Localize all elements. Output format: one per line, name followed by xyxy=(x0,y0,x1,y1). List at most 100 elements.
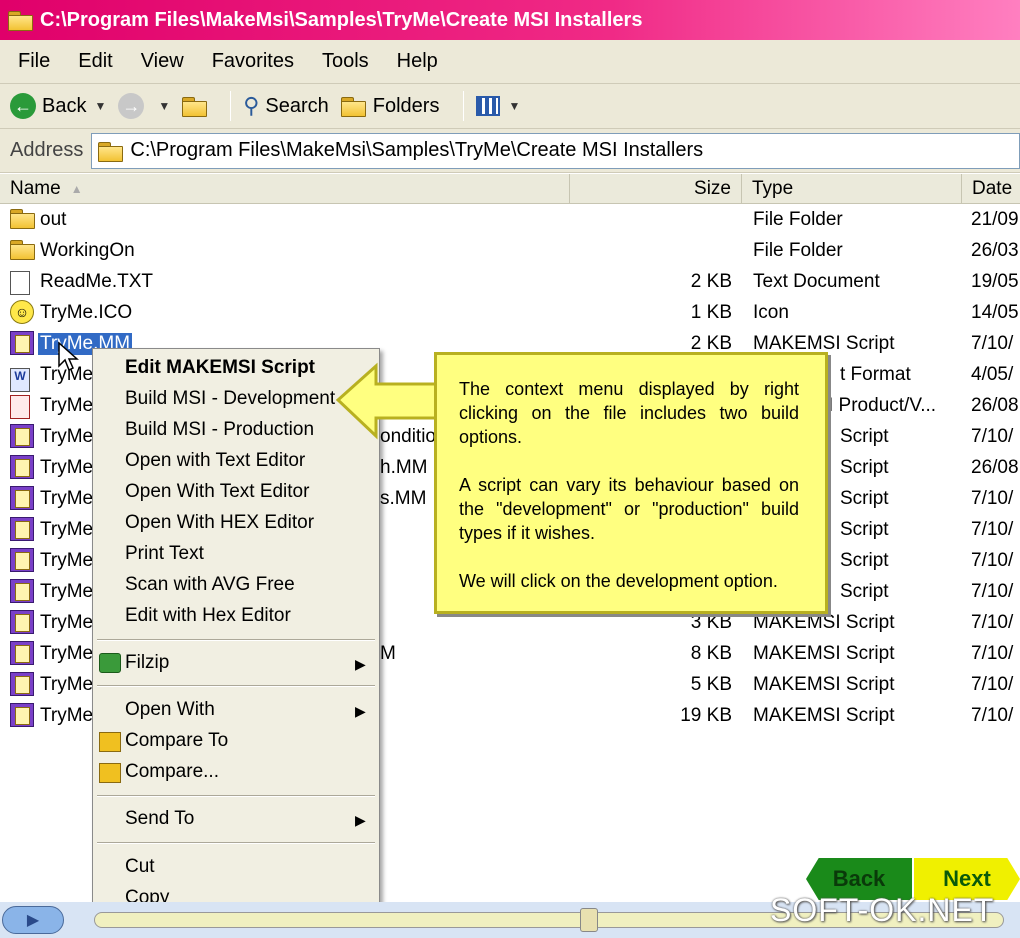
column-date[interactable]: Date xyxy=(962,174,1020,204)
menu-item-edit-hex[interactable]: Edit with Hex Editor xyxy=(125,605,291,627)
file-type: Script xyxy=(840,488,889,509)
forward-arrow-icon: → xyxy=(118,93,145,119)
callout-paragraph: The context menu displayed by right clic… xyxy=(459,379,799,447)
play-button[interactable]: ▶ xyxy=(2,906,64,934)
address-value: C:\Program Files\MakeMsi\Samples\TryMe\C… xyxy=(130,139,704,161)
menu-item-edit-makemsi[interactable]: Edit MAKEMSI Script xyxy=(125,357,315,379)
callout-paragraph: A script can vary its behaviour based on… xyxy=(459,475,799,543)
file-name: TryMe xyxy=(40,674,94,695)
file-type: File Folder xyxy=(753,209,843,230)
word-document-icon: W xyxy=(10,368,30,392)
file-row[interactable]: ReadMe.TXT 2 KB Text Document 19/05 xyxy=(0,266,1020,297)
watermark: SOFT-OK.NET xyxy=(770,892,995,928)
file-name: TryMe xyxy=(40,519,94,540)
file-name: TryMe xyxy=(40,550,94,571)
toolbar-separator xyxy=(463,91,465,121)
menu-bar: File Edit View Favorites Tools Help xyxy=(0,40,1020,84)
file-size: 1 KB xyxy=(690,302,732,323)
menu-separator xyxy=(97,795,375,797)
menu-item-print-text[interactable]: Print Text xyxy=(125,543,204,565)
column-size[interactable]: Size xyxy=(570,174,742,204)
file-type: MAKEMSI Script xyxy=(753,705,895,726)
menu-separator xyxy=(97,685,375,687)
menu-item-cut[interactable]: Cut xyxy=(125,856,155,878)
makemsi-script-icon xyxy=(10,610,34,634)
makemsi-script-icon xyxy=(10,703,34,727)
menu-item-open-text-editor-2[interactable]: Open With Text Editor xyxy=(125,481,309,503)
back-button[interactable]: ← Back ▼ xyxy=(10,93,106,119)
column-type[interactable]: Type xyxy=(742,174,962,204)
chevron-down-icon[interactable]: ▼ xyxy=(94,99,106,113)
file-row[interactable]: out File Folder 21/09 xyxy=(0,204,1020,235)
file-size: 3 KB xyxy=(690,612,732,633)
text-file-icon xyxy=(10,271,30,295)
up-folder-icon xyxy=(182,97,208,117)
playback-slider-handle[interactable] xyxy=(580,908,598,932)
address-bar: Address C:\Program Files\MakeMsi\Samples… xyxy=(0,129,1020,173)
up-folder-button[interactable] xyxy=(182,97,208,117)
folders-button[interactable]: Folders xyxy=(340,95,439,118)
forward-button[interactable]: → ▼ xyxy=(118,93,170,119)
column-name[interactable]: Name ▲ xyxy=(0,174,570,204)
menu-file[interactable]: File xyxy=(18,50,50,73)
menu-tools[interactable]: Tools xyxy=(322,50,369,73)
file-date: 26/08 xyxy=(971,395,1019,416)
menu-help[interactable]: Help xyxy=(397,50,438,73)
file-name: TryMe xyxy=(40,612,94,633)
file-name: ReadMe.TXT xyxy=(40,271,153,292)
menu-item-open-hex-editor[interactable]: Open With HEX Editor xyxy=(125,512,314,534)
search-button[interactable]: ⚲ Search xyxy=(243,93,329,119)
file-row[interactable]: WorkingOn File Folder 26/03 xyxy=(0,235,1020,266)
file-name: TryMe xyxy=(40,488,94,509)
search-icon: ⚲ xyxy=(243,93,260,118)
file-type: Script xyxy=(840,519,889,540)
menu-item-build-development[interactable]: Build MSI - Development xyxy=(125,388,335,410)
folders-icon xyxy=(340,97,366,117)
menu-item-send-to[interactable]: Send To xyxy=(125,808,194,830)
menu-item-build-production[interactable]: Build MSI - Production xyxy=(125,419,314,441)
menu-view[interactable]: View xyxy=(141,50,184,73)
folder-icon xyxy=(10,240,35,260)
menu-item-compare-to[interactable]: Compare To xyxy=(125,730,228,752)
compare-icon xyxy=(99,732,121,752)
callout-note: The context menu displayed by right clic… xyxy=(434,352,828,614)
menu-item-open-text-editor[interactable]: Open with Text Editor xyxy=(125,450,305,472)
submenu-arrow-icon: ▶ xyxy=(355,656,366,672)
file-type: Script xyxy=(840,550,889,571)
toolbar-separator xyxy=(230,91,232,121)
menu-edit[interactable]: Edit xyxy=(78,50,112,73)
submenu-arrow-icon: ▶ xyxy=(355,703,366,719)
chevron-down-icon[interactable]: ▼ xyxy=(158,99,170,113)
file-row[interactable]: ☺ TryMe.ICO 1 KB Icon 14/05 xyxy=(0,297,1020,328)
msi-package-icon xyxy=(10,395,30,419)
address-label: Address xyxy=(10,139,84,161)
file-date: 7/10/ xyxy=(971,674,1014,695)
folder-icon xyxy=(8,11,33,31)
views-icon xyxy=(476,96,501,116)
menu-item-open-with[interactable]: Open With xyxy=(125,699,215,721)
file-name: TryMe xyxy=(40,457,94,478)
views-button[interactable]: ▼ xyxy=(476,96,520,116)
chevron-down-icon[interactable]: ▼ xyxy=(508,99,520,113)
menu-item-filzip[interactable]: Filzip xyxy=(125,652,169,674)
menu-item-compare[interactable]: Compare... xyxy=(125,761,219,783)
menu-item-scan-avg[interactable]: Scan with AVG Free xyxy=(125,574,295,596)
menu-favorites[interactable]: Favorites xyxy=(212,50,294,73)
title-bar: C:\Program Files\MakeMsi\Samples\TryMe\C… xyxy=(0,0,1020,40)
file-size: 8 KB xyxy=(690,643,732,664)
file-name-partial: h.MM xyxy=(380,457,428,478)
callout-paragraph: We will click on the development option. xyxy=(459,571,778,591)
play-icon: ▶ xyxy=(26,912,40,929)
file-type: Script xyxy=(840,581,889,602)
file-date: 7/10/ xyxy=(971,519,1014,540)
file-name: WorkingOn xyxy=(40,240,135,261)
file-type: Text Document xyxy=(753,271,880,292)
file-type: t Format xyxy=(840,364,911,385)
back-label: Back xyxy=(42,94,87,117)
file-type: MAKEMSI Script xyxy=(753,612,895,633)
file-date: 4/05/ xyxy=(971,364,1014,385)
makemsi-script-icon xyxy=(10,548,34,572)
file-type: Icon xyxy=(753,302,789,323)
address-input[interactable]: C:\Program Files\MakeMsi\Samples\TryMe\C… xyxy=(91,132,1020,169)
makemsi-script-icon xyxy=(10,517,34,541)
